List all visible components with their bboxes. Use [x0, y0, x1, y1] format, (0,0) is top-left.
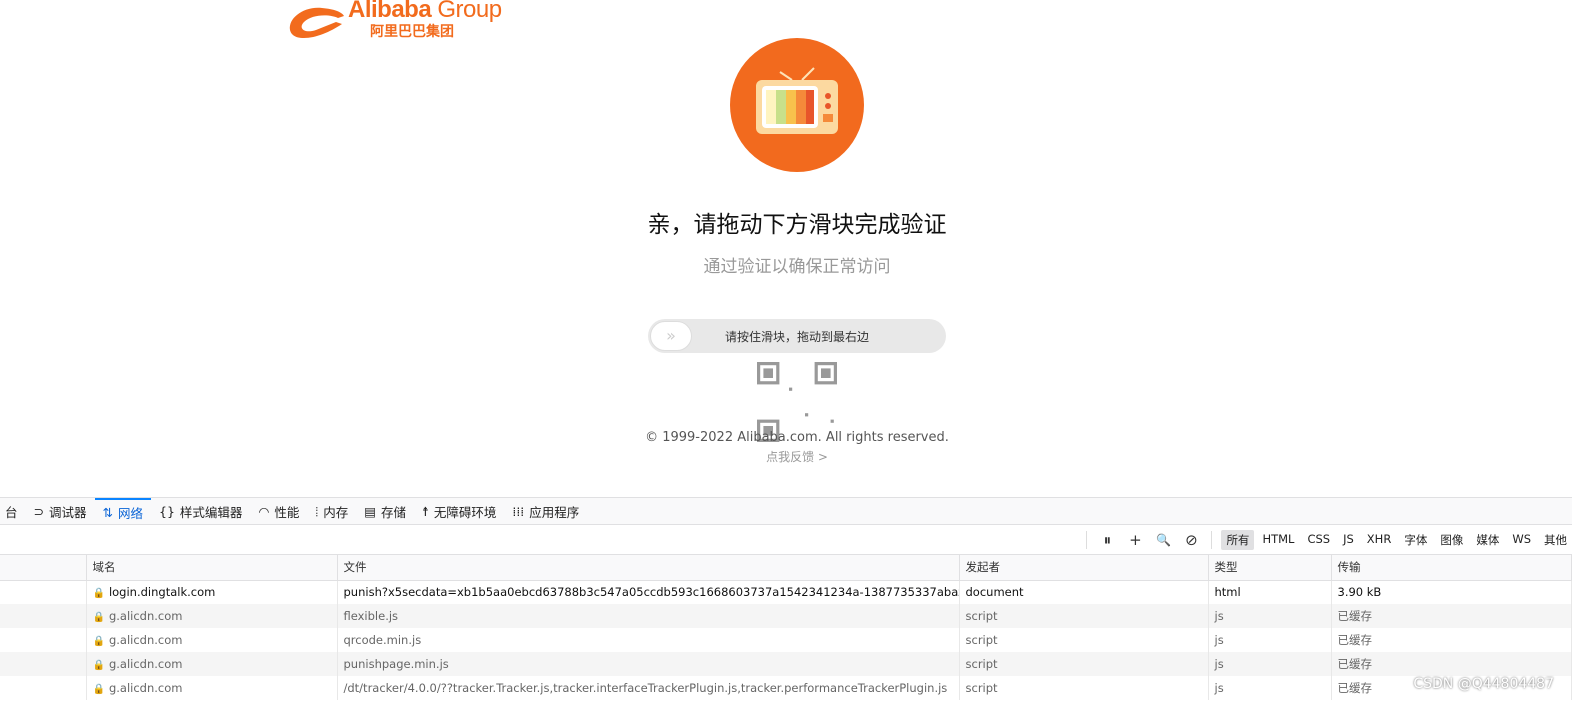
- initiator-cell: script: [959, 604, 1209, 628]
- network-icon: ⇅: [102, 505, 113, 520]
- tab-label: 调试器: [49, 505, 87, 520]
- transfer-cell: 已缓存: [1331, 628, 1572, 652]
- column-header[interactable]: [0, 555, 87, 581]
- tab-label: 网络: [118, 506, 144, 521]
- network-request-table: 域名 文件 发起者 类型 传输 🔒 login.dingtalk.com punis…: [0, 555, 1572, 700]
- file-cell: punishpage.min.js: [337, 652, 960, 676]
- tab-braces[interactable]: {} 样式编辑器: [151, 498, 250, 525]
- column-header-domain[interactable]: 域名: [86, 555, 338, 581]
- tab-grid[interactable]: ⁞⁞⁞ 应用程序: [504, 498, 587, 525]
- file-cell: punish?x5secdata=xb1b5aa0ebcd63788b3c547…: [337, 580, 960, 604]
- domain-cell: 🔒 g.alicdn.com: [86, 604, 338, 628]
- accessibility-icon: ☨: [422, 504, 429, 519]
- filter-button[interactable]: HTML: [1257, 530, 1299, 550]
- tab-debugger[interactable]: ⊃ 调试器: [26, 498, 95, 525]
- page-subtitle: 通过验证以确保正常访问: [703, 257, 891, 277]
- filter-button[interactable]: 其他: [1539, 530, 1572, 550]
- transfer-cell: 已缓存: [1331, 652, 1572, 676]
- tab-label: 无障碍环境: [433, 505, 497, 520]
- alibaba-logo: Alibaba Group 阿里巴巴集团: [286, 0, 536, 40]
- tab-label: 样式编辑器: [179, 505, 243, 520]
- tab-accessibility[interactable]: ☨ 无障碍环境: [414, 498, 504, 525]
- slide-verification-track[interactable]: » 请按住滑块，拖动到最右边: [648, 319, 946, 353]
- lock-icon: 🔒: [92, 684, 105, 695]
- file-cell: qrcode.min.js: [337, 628, 960, 652]
- braces-icon: {}: [159, 504, 175, 519]
- tab-label: 应用程序: [529, 505, 580, 520]
- devtools-tabbar: 台 ⊃ 调试器 ⇅ 网络 {} 样式编辑器 ◠ 性能 ⦙ 内存 ▤ 存储 ☨ 无障碍环境 ⁞⁞⁞ 应用程序: [0, 497, 1572, 525]
- filter-button[interactable]: 字体: [1399, 530, 1432, 550]
- domain-cell: 🔒 g.alicdn.com: [86, 676, 338, 700]
- tab-label: 性能: [274, 505, 300, 520]
- filter-button[interactable]: 图像: [1435, 530, 1468, 550]
- file-cell: flexible.js: [337, 604, 960, 628]
- transfer-cell: 已缓存: [1331, 604, 1572, 628]
- type-cell: js: [1208, 604, 1332, 628]
- column-header-initiator[interactable]: 发起者: [959, 555, 1209, 581]
- type-cell: js: [1208, 676, 1332, 700]
- clear-icon[interactable]: ⊘: [1177, 531, 1205, 549]
- tab-network[interactable]: ⇅ 网络: [94, 498, 152, 525]
- type-cell: html: [1208, 580, 1332, 604]
- filter-button[interactable]: JS: [1338, 530, 1359, 550]
- search-icon[interactable]: 🔍: [1149, 533, 1177, 547]
- initiator-cell: script: [959, 676, 1209, 700]
- storage-icon: ▤: [364, 504, 377, 519]
- table-row[interactable]: 🔒 g.alicdn.com/dt/tracker/4.0.0/??tracker…: [0, 676, 1572, 700]
- logo-cn: 阿里巴巴集团: [370, 24, 454, 40]
- filter-button[interactable]: WS: [1507, 530, 1536, 550]
- debugger-icon: ⊃: [33, 504, 44, 519]
- lock-icon: 🔒: [92, 636, 105, 647]
- column-header-transfer[interactable]: 传输: [1331, 555, 1572, 581]
- pause-icon[interactable]: ⏸: [1093, 531, 1121, 549]
- transfer-cell: 3.90 kB: [1331, 580, 1572, 604]
- grid-icon: ⁞⁞⁞: [512, 504, 525, 519]
- tab-console[interactable]: 台: [0, 498, 26, 525]
- column-header-type[interactable]: 类型: [1208, 555, 1332, 581]
- table-row[interactable]: 🔒 login.dingtalk.com punish?x5secdata=xb1b…: [0, 580, 1572, 604]
- tab-label: 存储: [381, 505, 407, 520]
- domain-cell: 🔒 g.alicdn.com: [86, 652, 338, 676]
- tab-gauge[interactable]: ◠ 性能: [250, 498, 307, 525]
- tab-memory[interactable]: ⦙ 内存: [307, 498, 356, 525]
- filter-button[interactable]: XHR: [1362, 530, 1397, 550]
- table-row[interactable]: 🔒 g.alicdn.com qrcode.min.js script js 已缓存: [0, 628, 1572, 652]
- table-row[interactable]: 🔒 g.alicdn.com flexible.js script js 已缓存: [0, 604, 1572, 628]
- gauge-icon: ◠: [258, 504, 270, 519]
- copyright: © 1999-2022 Alibaba.com. All rights rese…: [645, 430, 949, 445]
- tab-storage[interactable]: ▤ 存储: [356, 498, 414, 525]
- logo-group: Group: [437, 0, 502, 23]
- network-filter-bar: ⏸ + 🔍 ⊘ 所有 HTML CSS JS XHR 字体 图像 媒体 WS 其他: [0, 525, 1572, 555]
- lock-icon: 🔒: [92, 660, 105, 671]
- filter-button[interactable]: CSS: [1302, 530, 1335, 550]
- slider-hint: 请按住滑块，拖动到最右边: [724, 330, 869, 344]
- watermark: CSDN @Q44804487: [1413, 676, 1554, 692]
- column-header-file[interactable]: 文件: [337, 555, 960, 581]
- alibaba-smile-logo-icon: [289, 7, 344, 38]
- filter-button[interactable]: 媒体: [1471, 530, 1504, 550]
- domain-cell: 🔒 login.dingtalk.com: [86, 580, 338, 604]
- table-row[interactable]: 🔒 g.alicdn.com punishpage.min.js script js 已缓…: [0, 652, 1572, 676]
- tab-label: 内存: [323, 505, 349, 520]
- type-cell: js: [1208, 628, 1332, 652]
- initiator-cell: script: [959, 628, 1209, 652]
- lock-icon: 🔒: [92, 588, 105, 600]
- add-icon[interactable]: +: [1121, 531, 1149, 549]
- feedback-link[interactable]: 点我反馈 >: [0, 448, 1572, 465]
- type-cell: js: [1208, 652, 1332, 676]
- domain-cell: 🔒 g.alicdn.com: [86, 628, 338, 652]
- tv-illustration-icon: [730, 38, 864, 172]
- initiator-cell: script: [959, 652, 1209, 676]
- initiator-cell: document: [959, 580, 1209, 604]
- logo-brand: Alibaba: [348, 0, 432, 23]
- page-title: 亲，请拖动下方滑块完成验证: [647, 212, 947, 238]
- memory-icon: ⦙: [315, 503, 319, 519]
- filter-button[interactable]: 所有: [1221, 529, 1255, 550]
- lock-icon: 🔒: [92, 612, 105, 623]
- tab-label: 台: [5, 505, 18, 520]
- file-cell: /dt/tracker/4.0.0/??tracker.Tracker.js,t…: [337, 676, 960, 700]
